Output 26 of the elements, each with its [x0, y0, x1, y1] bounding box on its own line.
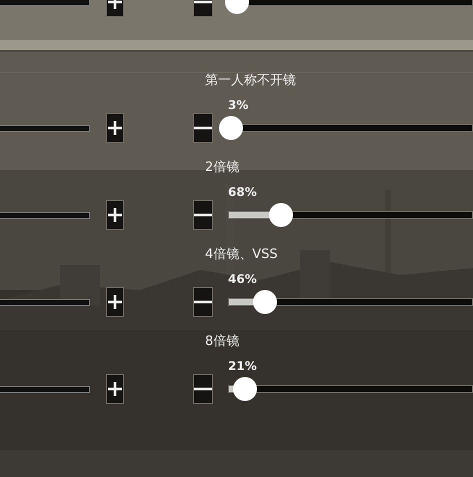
minus-button[interactable] [193, 200, 213, 230]
percent-value: 46% [228, 271, 258, 287]
percent-value: 3% [228, 97, 250, 113]
setting-label: 2倍镜 [205, 160, 240, 176]
plus-button[interactable] [106, 374, 124, 404]
minus-icon [194, 387, 212, 391]
setting-label: 第一人称不开镜 [205, 73, 297, 89]
plus-button[interactable] [106, 113, 124, 143]
plus-icon [107, 294, 123, 310]
minus-icon [194, 126, 212, 130]
plus-button[interactable] [106, 287, 124, 317]
minus-icon [194, 213, 212, 217]
setting-label: 4倍镜、VSS [205, 247, 279, 263]
plus-icon [107, 120, 123, 136]
plus-icon [107, 207, 123, 223]
minus-button[interactable] [193, 287, 213, 317]
minus-button[interactable] [193, 113, 213, 143]
setting-label: 8倍镜 [205, 334, 240, 350]
percent-value: 68% [228, 184, 258, 200]
minus-button[interactable] [193, 374, 213, 404]
minus-icon [194, 0, 212, 4]
plus-button[interactable] [106, 200, 124, 230]
plus-icon [107, 381, 123, 397]
minus-icon [194, 300, 212, 304]
percent-value: 21% [228, 358, 258, 374]
slider-track[interactable] [0, 0, 90, 6]
